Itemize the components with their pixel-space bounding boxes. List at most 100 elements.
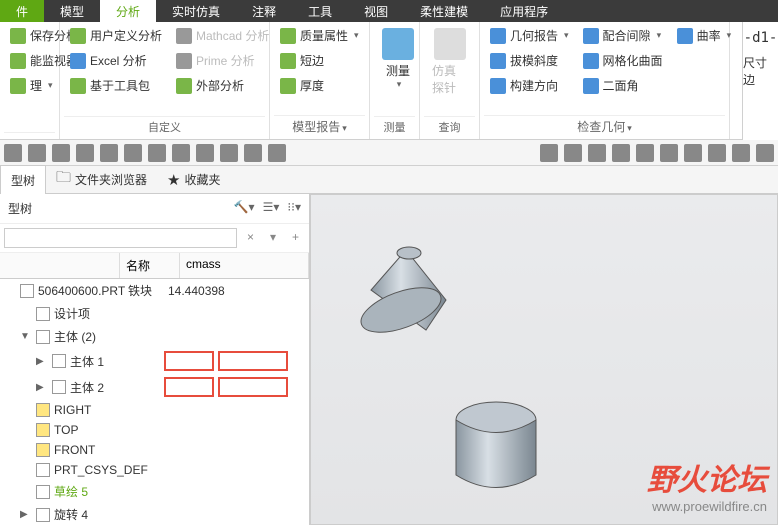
qat-icon[interactable] xyxy=(684,144,702,162)
node-label: 主体 1 xyxy=(70,353,160,370)
measure-button[interactable]: 测量▾ xyxy=(374,24,422,116)
qat-icon[interactable] xyxy=(76,144,94,162)
qat-icon[interactable] xyxy=(100,144,118,162)
node-icon xyxy=(36,443,50,457)
col-cmass[interactable]: cmass xyxy=(180,253,309,278)
tree-row[interactable]: ▶旋转 4 xyxy=(0,503,309,525)
tab-6[interactable]: 视图 xyxy=(348,0,404,22)
tree-row[interactable]: PRT_CSYS_DEF xyxy=(0,460,309,480)
user-analysis-button[interactable]: 用户定义分析 xyxy=(64,24,168,47)
tab-7[interactable]: 柔性建模 xyxy=(404,0,484,22)
qat-icon[interactable] xyxy=(4,144,22,162)
node-icon xyxy=(20,284,34,298)
expand-icon[interactable]: ▶ xyxy=(36,356,48,367)
qat-icon[interactable] xyxy=(148,144,166,162)
tree-search-input[interactable] xyxy=(4,228,237,248)
thickness-button[interactable]: 厚度 xyxy=(274,74,365,97)
node-name: 铁块 xyxy=(128,282,168,299)
tree-tool-icon[interactable]: 🔨▾ xyxy=(234,200,255,217)
draft-button[interactable]: 拔模斜度 xyxy=(484,49,575,72)
mesh-surface-button[interactable]: 网格化曲面 xyxy=(577,49,669,72)
qat-icon[interactable] xyxy=(636,144,654,162)
tree-row[interactable]: ▼ 主体 (2) xyxy=(0,325,309,348)
node-label: TOP xyxy=(54,423,144,437)
expand-icon[interactable]: ▶ xyxy=(36,382,48,393)
tree-row[interactable]: 设计项 xyxy=(0,302,309,325)
viewport-3d[interactable]: 野火论坛 www.proewildfire.cn xyxy=(310,194,778,525)
qat-icon[interactable] xyxy=(244,144,262,162)
expand-icon[interactable]: ▶ xyxy=(20,509,32,520)
node-icon xyxy=(36,508,50,522)
tree-rows: 506400600.PRT铁块14.440398设计项▼主体 (2)▶主体 1▶… xyxy=(0,279,309,525)
node-icon xyxy=(52,380,66,394)
qat-icon[interactable] xyxy=(588,144,606,162)
tool-pkg-button[interactable]: 基于工具包 xyxy=(64,74,168,97)
tree-row[interactable]: FRONT xyxy=(0,440,309,460)
qat-icon[interactable] xyxy=(756,144,774,162)
node-label: 主体 2 xyxy=(70,379,160,396)
tree-tool-icon[interactable]: ☰▾ xyxy=(263,200,280,217)
qat-icon[interactable] xyxy=(124,144,142,162)
mass-prop-button[interactable]: 质量属性▾ xyxy=(274,24,365,47)
qat-icon[interactable] xyxy=(220,144,238,162)
qat-icon[interactable] xyxy=(612,144,630,162)
tab-5[interactable]: 工具 xyxy=(292,0,348,22)
tab-8[interactable]: 应用程序 xyxy=(484,0,564,22)
tab-0[interactable]: 件 xyxy=(0,0,44,22)
col-name[interactable]: 名称 xyxy=(120,253,180,278)
node-icon xyxy=(36,403,50,417)
short-edge-button[interactable]: 短边 xyxy=(274,49,365,72)
expand-icon[interactable]: ▼ xyxy=(20,331,32,342)
tree-row[interactable]: RIGHT xyxy=(0,400,309,420)
clearance-button[interactable]: 配合间隙▾ xyxy=(577,24,669,47)
qat-icon[interactable] xyxy=(708,144,726,162)
qat-icon[interactable] xyxy=(172,144,190,162)
tab-model-tree[interactable]: 型树 xyxy=(0,165,46,196)
qat-icon[interactable] xyxy=(52,144,70,162)
column-headers: 名称 cmass xyxy=(0,253,309,279)
tab-3[interactable]: 实时仿真 xyxy=(156,0,236,22)
ribbon-side: -d1- 尺寸边 xyxy=(742,22,778,140)
tab-folder-browser[interactable]: 🗀文件夹浏览器 xyxy=(46,161,157,198)
add-column-icon[interactable]: + xyxy=(286,228,305,248)
tree-tool-icon[interactable]: ⁝⁝▾ xyxy=(287,200,301,217)
external-analysis-button[interactable]: 外部分析 xyxy=(170,74,275,97)
cylinder-shape xyxy=(441,390,561,510)
dihedral-button[interactable]: 二面角 xyxy=(577,74,669,97)
qat-icon[interactable] xyxy=(196,144,214,162)
excel-analysis-button[interactable]: Excel 分析 xyxy=(64,49,168,72)
tab-4[interactable]: 注释 xyxy=(236,0,292,22)
qat-icon[interactable] xyxy=(732,144,750,162)
main-tabs: 件模型分析实时仿真注释工具视图柔性建模应用程序 xyxy=(0,0,778,22)
node-icon xyxy=(36,485,50,499)
tab-1[interactable]: 模型 xyxy=(44,0,100,22)
node-label: FRONT xyxy=(54,443,144,457)
tree-row[interactable]: ▶ 主体 2 xyxy=(0,374,309,400)
watermark: 野火论坛 www.proewildfire.cn xyxy=(647,455,767,514)
qat-icon[interactable] xyxy=(564,144,582,162)
qat-icon[interactable] xyxy=(540,144,558,162)
tree-row[interactable]: 草绘 5 xyxy=(0,480,309,503)
geom-report-button[interactable]: 几何报告▾ xyxy=(484,24,575,47)
empty-cell-highlight xyxy=(218,377,288,397)
qat-icon[interactable] xyxy=(268,144,286,162)
tab-favorites[interactable]: ★收藏夹 xyxy=(157,165,230,195)
ribbon: 保存分析 能监视器 理▾ 用户定义分析 Excel 分析 基于工具包 Mathc… xyxy=(0,22,778,140)
tree-row[interactable]: 506400600.PRT铁块14.440398 xyxy=(0,279,309,302)
d1-button[interactable]: -d1- xyxy=(744,30,778,46)
col-blank[interactable] xyxy=(0,253,120,278)
node-cmass: 14.440398 xyxy=(168,284,225,298)
tree-row[interactable]: ▶ 主体 1 xyxy=(0,348,309,374)
qat-icon[interactable] xyxy=(28,144,46,162)
cone-shape xyxy=(351,235,471,345)
curvature-button[interactable]: 曲率▾ xyxy=(671,24,738,47)
qat-icon[interactable] xyxy=(660,144,678,162)
clear-search-icon[interactable]: × xyxy=(241,228,260,248)
node-label: 主体 (2) xyxy=(54,328,144,345)
prime-button: Prime 分析 xyxy=(170,49,275,72)
tab-2[interactable]: 分析 xyxy=(100,0,156,22)
build-dir-button[interactable]: 构建方向 xyxy=(484,74,575,97)
search-dropdown-icon[interactable]: ▾ xyxy=(264,228,282,248)
check-geom-label: 检查几何▾ xyxy=(484,115,725,137)
tree-row[interactable]: TOP xyxy=(0,420,309,440)
